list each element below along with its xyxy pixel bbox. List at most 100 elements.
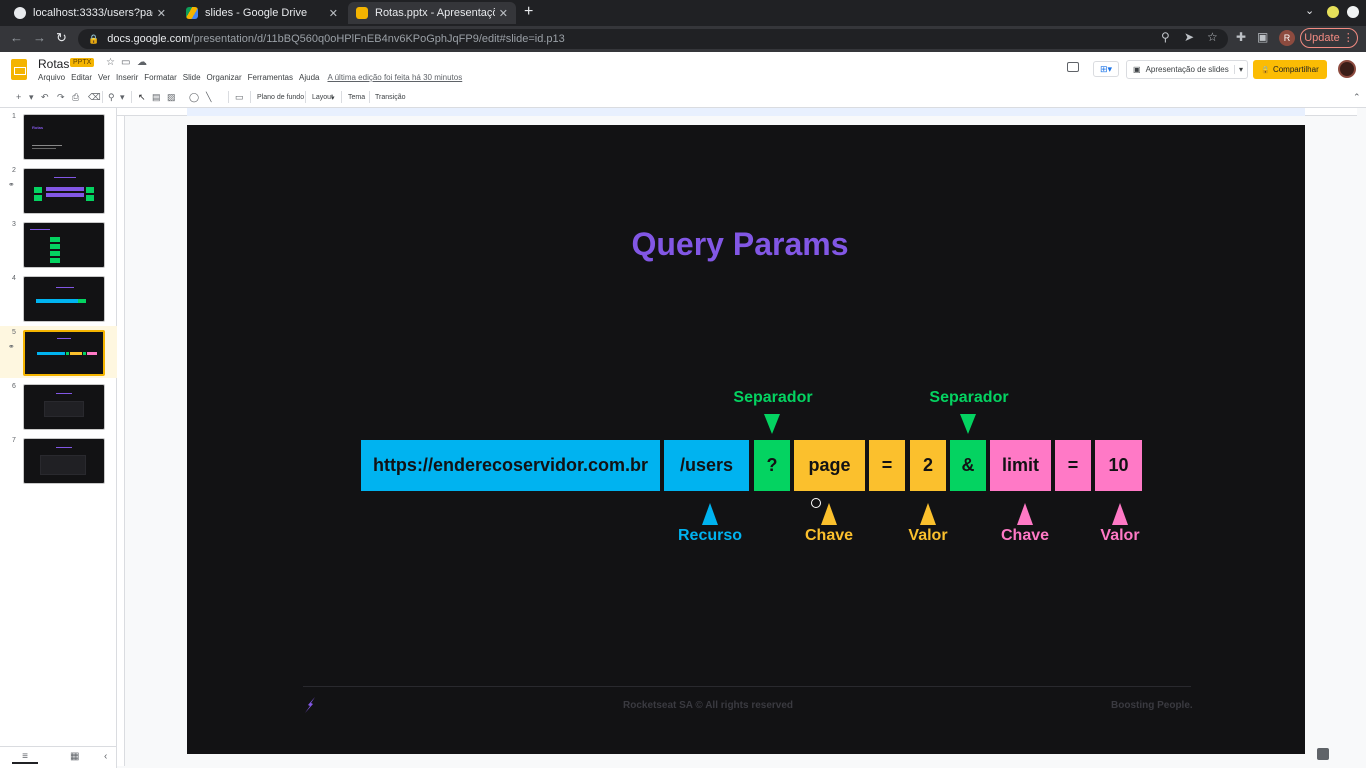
key-label[interactable]: Chave [975, 527, 1075, 545]
url-segment-ampersand[interactable]: & [950, 440, 986, 491]
close-icon[interactable]: ✕ [499, 7, 508, 20]
chevron-down-icon[interactable]: ⌄ [1305, 4, 1314, 17]
arrow-down-icon[interactable] [764, 414, 780, 434]
separator-label[interactable]: Separador [726, 389, 820, 407]
menu-slide[interactable]: Slide [183, 73, 201, 82]
key-label[interactable]: Chave [779, 527, 879, 545]
url-segment-key-limit[interactable]: limit [990, 440, 1051, 491]
undo-icon[interactable]: ↶ [41, 92, 49, 103]
url-segment-value-10[interactable]: 10 [1095, 440, 1142, 491]
slide-thumbnail[interactable]: 2 ⚭ [0, 164, 117, 216]
redo-icon[interactable]: ↷ [57, 92, 65, 103]
add-comment-icon[interactable]: ▭ [235, 92, 244, 103]
value-label[interactable]: Valor [1070, 527, 1170, 545]
address-bar[interactable]: 🔒 docs.google.com /presentation/d/11bBQ5… [78, 29, 1228, 49]
url-segment-question[interactable]: ? [754, 440, 790, 491]
edit-toolbar: + ▾ ↶ ↷ ⎙ ⌫ ⚲ ▾ ↖ ▤ ▨ ◯ ╲ ▭ Plano de fun… [0, 86, 1366, 108]
document-title[interactable]: Rotas [38, 57, 69, 71]
slides-logo-icon[interactable] [11, 59, 27, 80]
present-button[interactable]: ▣ Apresentação de slides ▾ [1126, 60, 1248, 79]
zoom-icon[interactable]: ⚲ [108, 92, 115, 103]
arrow-up-icon[interactable] [1112, 503, 1128, 525]
meet-present-button[interactable]: ⊞▾ [1093, 61, 1119, 77]
profile-avatar[interactable]: R [1279, 30, 1295, 46]
share-button[interactable]: 🔒 Compartilhar [1253, 60, 1327, 79]
update-button[interactable]: Update ⋮ [1300, 28, 1358, 48]
close-icon[interactable]: ✕ [157, 7, 166, 20]
menu-ajuda[interactable]: Ajuda [299, 73, 319, 82]
extensions-icon[interactable]: ✚ [1236, 30, 1246, 44]
move-folder-icon[interactable]: ▭ [121, 57, 130, 68]
slide-thumbnail[interactable]: 1 Rotas [0, 110, 117, 162]
forward-icon[interactable]: → [33, 30, 46, 45]
slide-thumbnail-active[interactable]: 5 ⚭ [0, 326, 117, 378]
menu-ferramentas[interactable]: Ferramentas [248, 73, 293, 82]
slide-thumbnail[interactable]: 4 [0, 272, 117, 324]
search-icon[interactable]: ⚲ [1161, 30, 1170, 44]
bookmark-star-icon[interactable]: ☆ [1207, 30, 1218, 44]
separator-label[interactable]: Separador [922, 389, 1016, 407]
chevron-down-icon[interactable]: ▾ [1233, 65, 1243, 74]
ruler-slide-range [187, 108, 1305, 116]
last-edit-link[interactable]: A última edição foi feita há 30 minutos [327, 73, 462, 82]
maximize-button[interactable] [1347, 6, 1359, 18]
value-label[interactable]: Valor [878, 527, 978, 545]
select-cursor-icon[interactable]: ↖ [138, 92, 146, 103]
layout-button[interactable]: Layout [312, 94, 333, 101]
url-segment-resource[interactable]: /users [664, 440, 749, 491]
print-icon[interactable]: ⎙ [72, 92, 79, 103]
url-segment-key-page[interactable]: page [794, 440, 865, 491]
send-icon[interactable]: ➤ [1184, 30, 1194, 44]
minimize-button[interactable] [1327, 6, 1339, 18]
slide-canvas[interactable]: Query Params Separador Separador https:/… [187, 125, 1305, 754]
resource-label[interactable]: Recurso [660, 527, 760, 545]
star-icon[interactable]: ☆ [106, 57, 115, 68]
paint-format-icon[interactable]: ⌫ [88, 92, 101, 103]
browser-tab-localhost[interactable]: localhost:3333/users?page=5 ✕ [6, 2, 174, 24]
menu-inserir[interactable]: Inserir [116, 73, 138, 82]
explore-icon[interactable] [1317, 748, 1329, 760]
reading-list-icon[interactable]: ▣ [1257, 30, 1268, 44]
slide-thumbnail[interactable]: 6 [0, 380, 117, 432]
chevron-down-icon[interactable]: ▾ [29, 92, 34, 103]
text-box-icon[interactable]: ▤ [152, 92, 161, 103]
slide-thumbnail[interactable]: 3 [0, 218, 117, 270]
chevron-down-icon[interactable]: ▾ [120, 92, 125, 103]
cloud-status-icon[interactable]: ☁ [137, 57, 147, 68]
image-icon[interactable]: ▨ [167, 92, 176, 103]
user-avatar[interactable] [1338, 60, 1356, 78]
slide-title[interactable]: Query Params [187, 226, 1293, 263]
grid-view-icon[interactable]: ▦ [70, 751, 79, 762]
menu-arquivo[interactable]: Arquivo [38, 73, 65, 82]
slide-thumbnail[interactable]: 7 [0, 434, 117, 486]
menu-organizar[interactable]: Organizar [207, 73, 242, 82]
menu-formatar[interactable]: Formatar [144, 73, 176, 82]
theme-button[interactable]: Tema [348, 94, 365, 101]
url-segment-value-2[interactable]: 2 [910, 440, 946, 491]
menu-editar[interactable]: Editar [71, 73, 92, 82]
new-tab-button[interactable]: + [524, 3, 533, 21]
browser-tab-slides[interactable]: Rotas.pptx - Apresentações G ✕ [348, 2, 516, 24]
arrow-up-icon[interactable] [920, 503, 936, 525]
arrow-down-icon[interactable] [960, 414, 976, 434]
url-segment-equals[interactable]: = [1055, 440, 1091, 491]
collapse-icon[interactable]: ‹ [104, 751, 107, 762]
close-icon[interactable]: ✕ [329, 7, 338, 20]
url-segment-equals[interactable]: = [869, 440, 905, 491]
background-button[interactable]: Plano de fundo [257, 94, 304, 101]
arrow-up-icon[interactable] [702, 503, 718, 525]
back-icon[interactable]: ← [10, 30, 23, 45]
menu-ver[interactable]: Ver [98, 73, 110, 82]
reload-icon[interactable]: ↻ [56, 30, 67, 46]
arrow-up-icon[interactable] [821, 503, 837, 525]
shape-icon[interactable]: ◯ [189, 92, 199, 103]
line-icon[interactable]: ╲ [206, 92, 211, 103]
chevron-up-icon[interactable]: ⌃ [1353, 92, 1361, 103]
browser-tab-drive[interactable]: slides - Google Drive ✕ [178, 2, 346, 24]
list-view-icon[interactable]: ≡ [12, 751, 38, 764]
comment-icon[interactable] [1067, 62, 1079, 72]
url-segment-domain[interactable]: https://enderecoservidor.com.br [361, 440, 660, 491]
arrow-up-icon[interactable] [1017, 503, 1033, 525]
new-slide-icon[interactable]: + [16, 92, 21, 102]
transition-button[interactable]: Transição [375, 94, 405, 101]
